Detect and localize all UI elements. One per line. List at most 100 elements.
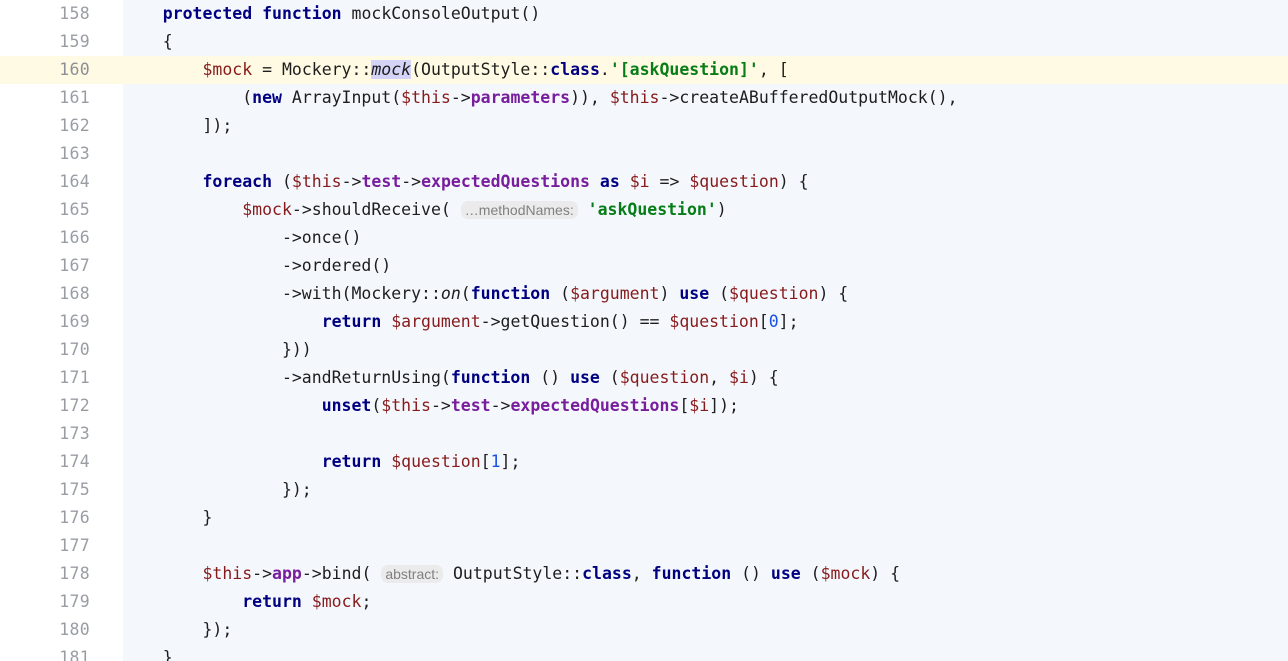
code-token: ->with(Mockery:: (123, 284, 441, 303)
code-token: ) (659, 284, 680, 303)
line-number: 175 (59, 480, 90, 499)
code-line[interactable]: 170 })) (0, 336, 1288, 364)
code-line[interactable]: 176 } (0, 504, 1288, 532)
code-token: -> (401, 172, 422, 191)
code-line-content[interactable]: ]); (123, 112, 232, 140)
code-token: $i (729, 368, 749, 387)
code-line-content[interactable]: }); (123, 476, 312, 504)
code-token: , [ (758, 60, 789, 79)
code-line[interactable]: 161 (new ArrayInput($this->parameters)),… (0, 84, 1288, 112)
code-token: })) (123, 340, 312, 359)
code-token: ( (371, 396, 382, 415)
line-number: 178 (59, 564, 90, 583)
code-line-content[interactable]: return $question[1]; (123, 448, 521, 476)
code-line-content[interactable]: } (123, 504, 212, 532)
line-number: 167 (59, 256, 90, 275)
code-token: -> (341, 172, 362, 191)
code-line-content[interactable]: $mock = Mockery::mock(OutputStyle::class… (123, 56, 789, 84)
code-line-content[interactable]: return $mock; (123, 588, 371, 616)
code-line[interactable]: 173 (0, 420, 1288, 448)
code-line[interactable]: 166 ->once() (0, 224, 1288, 252)
code-line[interactable]: 159 { (0, 28, 1288, 56)
code-token: $argument (391, 312, 481, 331)
code-line-content[interactable]: foreach ($this->test->expectedQuestions … (123, 168, 809, 196)
code-token: ) { (748, 368, 779, 387)
line-number: 173 (59, 424, 90, 443)
code-line-content[interactable]: return $argument->getQuestion() == $ques… (123, 308, 799, 336)
line-number: 162 (59, 116, 90, 135)
code-token: function (470, 284, 551, 303)
code-token: ->once() (123, 228, 362, 247)
code-lines-container[interactable]: 158 protected function mockConsoleOutput… (0, 0, 1288, 661)
code-token: { (123, 32, 173, 51)
line-number: 177 (59, 536, 90, 555)
code-token: mockConsoleOutput() (341, 4, 541, 23)
code-token: ArrayInput( (281, 88, 402, 107)
code-token: foreach (202, 172, 273, 191)
code-token: () (530, 368, 571, 387)
code-line[interactable]: 172 unset($this->test->expectedQuestions… (0, 392, 1288, 420)
code-token: ->ordered() (123, 256, 392, 275)
code-token: . (599, 60, 610, 79)
code-token: '[askQuestion]' (609, 60, 759, 79)
code-line-content[interactable]: ->andReturnUsing(function () use ($quest… (123, 364, 779, 392)
code-line-content[interactable]: (new ArrayInput($this->parameters)), $th… (123, 84, 957, 112)
code-line[interactable]: 164 foreach ($this->test->expectedQuesti… (0, 168, 1288, 196)
code-token: ]); (709, 396, 739, 415)
code-token: ) { (870, 564, 901, 583)
code-line-content[interactable]: ->with(Mockery::on(function ($argument) … (123, 280, 848, 308)
code-line-content[interactable]: $this->app->bind( abstract: OutputStyle:… (123, 560, 900, 588)
code-token: protected (162, 4, 253, 23)
line-number: 176 (59, 508, 90, 527)
code-line[interactable]: 180 }); (0, 616, 1288, 644)
code-token: }); (123, 480, 312, 499)
code-token: $question (689, 172, 779, 191)
code-line-content[interactable]: ->once() (123, 224, 361, 252)
code-line[interactable]: 177 (0, 532, 1288, 560)
code-token: ]); (123, 116, 233, 135)
line-number: 180 (59, 620, 90, 639)
code-line[interactable]: 168 ->with(Mockery::on(function ($argume… (0, 280, 1288, 308)
code-token: ->getQuestion() == (480, 312, 670, 331)
code-line[interactable]: 174 return $question[1]; (0, 448, 1288, 476)
code-token: $mock (820, 564, 871, 583)
code-line-content[interactable]: $mock->shouldReceive( …methodNames: 'ask… (123, 196, 727, 224)
code-editor[interactable]: 158 protected function mockConsoleOutput… (0, 0, 1288, 661)
code-line[interactable]: 169 return $argument->getQuestion() == $… (0, 308, 1288, 336)
code-token: mock (371, 60, 412, 79)
code-line[interactable]: 165 $mock->shouldReceive( …methodNames: … (0, 196, 1288, 224)
line-number: 166 (59, 228, 90, 247)
code-token: ->bind( (301, 564, 372, 583)
code-line[interactable]: 179 return $mock; (0, 588, 1288, 616)
code-line-content[interactable]: ->ordered() (123, 252, 391, 280)
code-line[interactable]: 181 } (0, 644, 1288, 661)
code-token: $mock (311, 592, 362, 611)
code-line[interactable]: 171 ->andReturnUsing(function () use ($q… (0, 364, 1288, 392)
line-number: 179 (59, 592, 90, 611)
code-line-content[interactable]: }); (123, 616, 232, 644)
code-token: $this (202, 564, 253, 583)
code-line-content[interactable]: protected function mockConsoleOutput() (123, 0, 541, 28)
code-line[interactable]: 178 $this->app->bind( abstract: OutputSt… (0, 560, 1288, 588)
code-line[interactable]: 167 ->ordered() (0, 252, 1288, 280)
code-token: OutputStyle:: (443, 564, 583, 583)
code-line-content[interactable]: unset($this->test->expectedQuestions[$i]… (123, 392, 739, 420)
code-line[interactable]: 163 (0, 140, 1288, 168)
code-token: ) { (778, 172, 809, 191)
code-token: $mock (242, 200, 292, 219)
code-token: unset (321, 396, 372, 415)
line-number: 174 (59, 452, 90, 471)
line-number: 170 (59, 340, 90, 359)
code-line[interactable]: 175 }); (0, 476, 1288, 504)
code-line-content[interactable]: })) (123, 336, 312, 364)
code-line[interactable]: 158 protected function mockConsoleOutput… (0, 0, 1288, 28)
code-token: return (242, 592, 302, 611)
code-line[interactable]: 162 ]); (0, 112, 1288, 140)
code-line[interactable]: 160 $mock = Mockery::mock(OutputStyle::c… (0, 56, 1288, 84)
code-line-content[interactable]: } (123, 644, 173, 661)
code-line-content[interactable]: { (123, 28, 173, 56)
